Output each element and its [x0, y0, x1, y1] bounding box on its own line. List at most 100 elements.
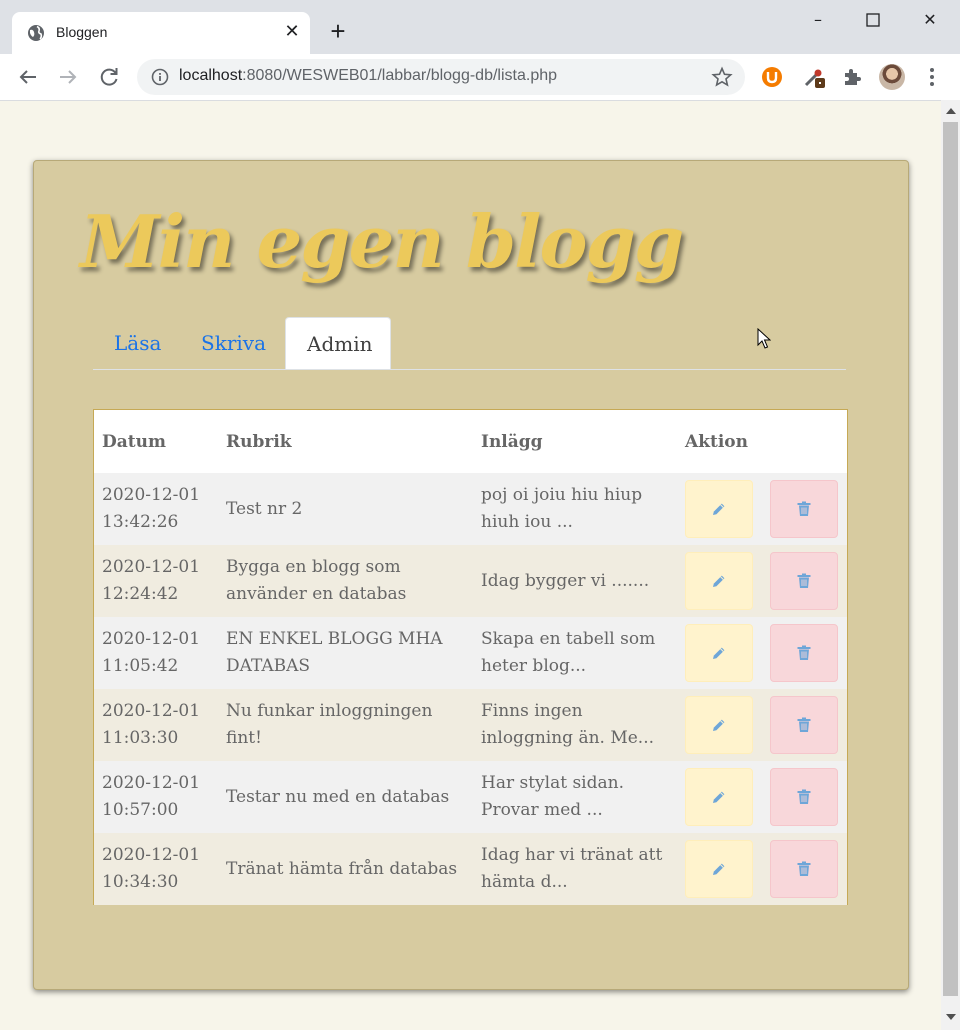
bookmark-star-icon[interactable]: [711, 66, 733, 88]
table-row: 2020-12-01 13:42:26 Test nr 2 poj oi joiu h…: [94, 473, 848, 545]
cell-inlagg: poj oi joiu hiu hiup hiuh iou ...: [481, 485, 643, 532]
cell-datum: 2020-12-01 13:42:26: [94, 473, 218, 545]
cell-edit: [677, 617, 762, 689]
cell-delete: [762, 833, 847, 905]
cell-rubrik: Tränat hämta från databas: [226, 858, 458, 879]
header-inlagg: Inlägg: [481, 431, 543, 452]
header-rubrik: Rubrik: [226, 431, 292, 452]
table-row: 2020-12-01 10:34:30 Tränat hämta från data…: [94, 833, 848, 905]
trash-icon: [797, 717, 811, 732]
blog-container: Min egen blogg Läsa Skriva Admin Datum R…: [33, 160, 909, 990]
cell-rubrik: Test nr 2: [226, 498, 303, 519]
edit-button[interactable]: [685, 552, 753, 610]
post-date: 2020-12-01: [102, 485, 201, 505]
pencil-icon: [713, 575, 725, 587]
scroll-down-arrow-icon[interactable]: [946, 1014, 956, 1020]
post-time: 13:42:26: [102, 512, 179, 532]
cell-edit: [677, 833, 762, 905]
edit-button[interactable]: [685, 480, 753, 538]
forward-icon[interactable]: [55, 64, 81, 90]
cell-delete: [762, 473, 847, 545]
cell-rubrik: Testar nu med en databas: [226, 786, 450, 807]
new-tab-icon[interactable]: +: [326, 18, 350, 44]
ublock-icon[interactable]: [760, 65, 784, 89]
post-time: 11:03:30: [102, 728, 179, 748]
tab-close-icon[interactable]: ✕: [282, 21, 302, 41]
cell-inlagg: Har stylat sidan. Provar med ...: [481, 773, 624, 820]
info-icon[interactable]: [151, 68, 169, 86]
edit-button[interactable]: [685, 840, 753, 898]
header-aktion: Aktion: [685, 431, 748, 452]
cell-datum: 2020-12-01 11:03:30: [94, 689, 218, 761]
cell-edit: [677, 545, 762, 617]
cell-edit: [677, 473, 762, 545]
close-icon[interactable]: ✕: [915, 8, 945, 32]
browser-titlebar: Bloggen ✕ + – ✕: [0, 0, 960, 54]
cell-inlagg: Finns ingen inloggning än. Me...: [481, 701, 655, 748]
table-row: 2020-12-01 12:24:42 Bygga en blogg som anv…: [94, 545, 848, 617]
cell-delete: [762, 689, 847, 761]
tab-read[interactable]: Läsa: [93, 317, 182, 369]
page-scrollbar[interactable]: [941, 100, 960, 1030]
post-date: 2020-12-01: [102, 629, 201, 649]
edit-button[interactable]: [685, 696, 753, 754]
cell-datum: 2020-12-01 12:24:42: [94, 545, 218, 617]
trash-icon: [797, 573, 811, 588]
cell-inlagg: Idag bygger vi .......: [481, 570, 650, 591]
cell-inlagg: Skapa en tabell som heter blog...: [481, 629, 656, 676]
pencil-icon: [713, 719, 725, 731]
cell-delete: [762, 761, 847, 833]
delete-button[interactable]: [770, 768, 838, 826]
pencil-icon: [713, 647, 725, 659]
delete-button[interactable]: [770, 840, 838, 898]
maximize-icon[interactable]: [858, 8, 888, 32]
nav-tabs: Läsa Skriva Admin: [93, 317, 846, 370]
more-menu-icon[interactable]: [924, 64, 940, 90]
post-time: 11:05:42: [102, 656, 179, 676]
mouse-cursor-icon: [757, 328, 771, 349]
reload-icon[interactable]: [96, 64, 122, 90]
blog-logo: Min egen blogg: [80, 199, 684, 284]
delete-button[interactable]: [770, 480, 838, 538]
cell-datum: 2020-12-01 10:57:00: [94, 761, 218, 833]
cell-rubrik: EN ENKEL BLOGG MHA DATABAS: [226, 629, 443, 676]
post-date: 2020-12-01: [102, 701, 201, 721]
edit-button[interactable]: [685, 624, 753, 682]
trash-icon: [797, 501, 811, 516]
puzzle-icon[interactable]: [841, 65, 865, 89]
cell-edit: [677, 761, 762, 833]
address-bar[interactable]: localhost:8080/WESWEB01/labbar/blogg-db/…: [137, 59, 745, 95]
tab-admin[interactable]: Admin: [285, 317, 391, 369]
cell-rubrik: Nu funkar inloggningen fint!: [226, 701, 433, 748]
cell-datum: 2020-12-01 11:05:42: [94, 617, 218, 689]
posts-table: Datum Rubrik Inlägg Aktion 2020-12-01 13:…: [93, 409, 848, 905]
back-icon[interactable]: [15, 64, 41, 90]
browser-tab[interactable]: Bloggen ✕: [12, 12, 310, 54]
scroll-up-arrow-icon[interactable]: [946, 108, 956, 114]
post-time: 10:57:00: [102, 800, 179, 820]
minimize-icon[interactable]: –: [803, 8, 833, 32]
globe-icon: [28, 25, 44, 41]
table-header-row: Datum Rubrik Inlägg Aktion: [94, 410, 847, 473]
eyedropper-icon[interactable]: [802, 65, 826, 89]
table-row: 2020-12-01 11:03:30 Nu funkar inloggningen…: [94, 689, 848, 761]
delete-button[interactable]: [770, 624, 838, 682]
tab-write[interactable]: Skriva: [180, 317, 287, 369]
scroll-thumb[interactable]: [943, 122, 958, 996]
cell-inlagg: Idag har vi tränat att hämta d...: [481, 845, 663, 892]
post-date: 2020-12-01: [102, 773, 201, 793]
delete-button[interactable]: [770, 696, 838, 754]
profile-avatar[interactable]: [879, 64, 905, 90]
edit-button[interactable]: [685, 768, 753, 826]
post-time: 10:34:30: [102, 872, 179, 892]
delete-button[interactable]: [770, 552, 838, 610]
table-row: 2020-12-01 11:05:42 EN ENKEL BLOGG MHA DAT…: [94, 617, 848, 689]
cell-datum: 2020-12-01 10:34:30: [94, 833, 218, 905]
cell-edit: [677, 689, 762, 761]
post-time: 12:24:42: [102, 584, 179, 604]
tab-title: Bloggen: [56, 24, 108, 40]
trash-icon: [797, 789, 811, 804]
url-text[interactable]: localhost:8080/WESWEB01/labbar/blogg-db/…: [179, 67, 557, 85]
browser-toolbar: localhost:8080/WESWEB01/labbar/blogg-db/…: [0, 54, 960, 101]
trash-icon: [797, 645, 811, 660]
